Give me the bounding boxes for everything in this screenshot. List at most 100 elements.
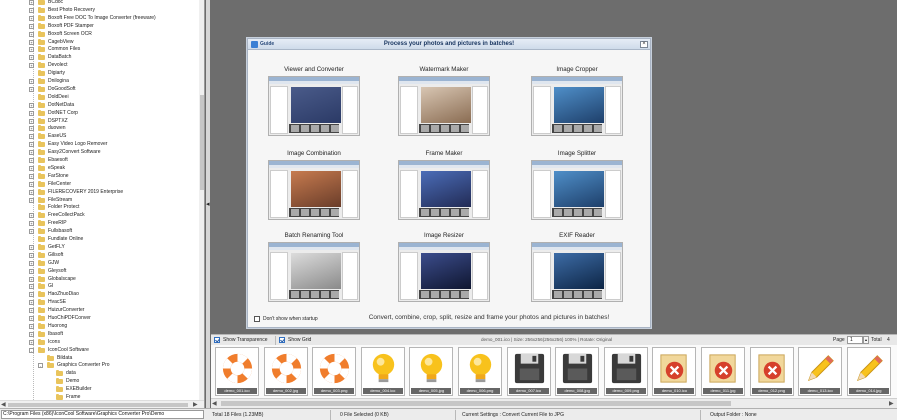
file-thumbnail[interactable]: demo_006.png xyxy=(458,347,502,396)
expand-icon[interactable]: + xyxy=(29,268,34,274)
tool-card[interactable]: Image Combination xyxy=(268,150,360,228)
thumbnail-toolbar: Show Transparence Show Grid demo_001.ico… xyxy=(211,334,897,345)
file-thumbnail[interactable]: demo_002.jpg xyxy=(263,347,308,396)
expand-icon[interactable]: + xyxy=(29,181,34,187)
expand-icon[interactable]: + xyxy=(29,142,34,148)
expand-icon[interactable]: + xyxy=(29,39,34,45)
thumbnail-strip[interactable]: demo_001.ico demo_002.jpg demo_003.png demo… xyxy=(211,345,897,398)
file-thumbnail[interactable]: demo_014.jpg xyxy=(846,347,891,396)
scroll-left-arrow-icon[interactable]: ◀ xyxy=(212,400,217,407)
show-grid-checkbox[interactable] xyxy=(279,337,285,343)
panel-splitter[interactable]: ◂ xyxy=(206,0,210,408)
close-icon[interactable]: × xyxy=(640,41,648,48)
expand-icon[interactable]: + xyxy=(29,213,34,219)
expand-icon[interactable]: + xyxy=(29,15,34,21)
expand-icon[interactable]: + xyxy=(29,165,34,171)
tool-card[interactable]: Viewer and Converter xyxy=(268,66,360,144)
expand-icon[interactable]: + xyxy=(29,316,34,321)
thumbnail-scroll-thumb[interactable] xyxy=(221,401,731,406)
file-thumbnail[interactable]: demo_012.png xyxy=(749,347,794,396)
expand-icon[interactable]: + xyxy=(29,292,34,298)
scroll-right-arrow-icon[interactable]: ▶ xyxy=(889,400,894,407)
tree-vertical-scroll-thumb[interactable] xyxy=(200,95,204,190)
tool-preview-image[interactable] xyxy=(268,76,360,136)
tool-label: Image Combination xyxy=(287,150,341,157)
toolbar-separator xyxy=(275,336,276,345)
expand-icon[interactable]: + xyxy=(29,308,34,314)
expand-icon[interactable]: + xyxy=(29,126,34,132)
tree-item-label: Common Files xyxy=(48,46,81,53)
tool-preview-image[interactable] xyxy=(531,160,623,220)
tool-preview-image[interactable] xyxy=(531,242,623,302)
expand-icon[interactable]: + xyxy=(29,339,34,345)
expand-icon[interactable]: + xyxy=(29,276,34,282)
file-thumbnail[interactable]: demo_005.jpg xyxy=(409,347,454,396)
expand-icon[interactable]: + xyxy=(29,221,34,227)
expand-icon[interactable]: + xyxy=(29,79,34,84)
expand-icon[interactable]: + xyxy=(29,229,34,235)
show-transparence-checkbox[interactable] xyxy=(214,337,220,343)
tool-preview-image[interactable] xyxy=(531,76,623,136)
expand-icon[interactable]: + xyxy=(29,134,34,140)
file-thumbnail[interactable]: demo_008.jpg xyxy=(555,347,600,396)
tree-item-label: HaoZhuoDiao xyxy=(48,291,79,298)
expand-icon[interactable]: + xyxy=(29,173,34,179)
expand-icon[interactable]: + xyxy=(29,331,34,337)
expand-icon[interactable]: + xyxy=(29,158,34,163)
expand-icon[interactable]: + xyxy=(29,31,34,37)
expand-icon[interactable]: + xyxy=(29,189,34,195)
page-spin-icon[interactable]: ▴ xyxy=(863,336,869,344)
collapse-arrow-icon[interactable]: ◂ xyxy=(206,200,210,208)
expand-icon[interactable]: + xyxy=(29,110,34,116)
file-thumbnail[interactable]: demo_001.ico xyxy=(215,347,259,396)
scroll-right-arrow-icon[interactable]: ▶ xyxy=(193,401,198,408)
tree-horizontal-scroll-thumb[interactable] xyxy=(8,403,188,407)
expand-icon[interactable]: + xyxy=(29,284,34,290)
file-thumbnail[interactable]: demo_011.jpg xyxy=(701,347,745,396)
tool-preview-image[interactable] xyxy=(398,160,490,220)
expand-icon[interactable]: + xyxy=(29,55,34,61)
folder-tree[interactable]: + BCdoc + Best Photo Recovery + Boxoft Free D… xyxy=(0,0,205,408)
file-thumbnail[interactable]: demo_010.ico xyxy=(652,347,697,396)
file-thumbnail[interactable]: demo_003.png xyxy=(312,347,357,396)
current-path-field[interactable]: C:\Program Files (x86)\IconCool Software… xyxy=(1,410,204,419)
collapse-icon[interactable]: - xyxy=(38,363,43,369)
expand-icon[interactable]: + xyxy=(29,118,34,124)
tool-card[interactable]: EXIF Reader xyxy=(531,232,623,310)
expand-icon[interactable]: + xyxy=(29,252,34,258)
expand-icon[interactable]: + xyxy=(29,300,34,306)
expand-icon[interactable]: + xyxy=(29,7,34,13)
thumbnail-scrollbar[interactable]: ◀ ▶ xyxy=(211,398,897,408)
tool-card[interactable]: Image Splitter xyxy=(531,150,623,228)
expand-icon[interactable]: + xyxy=(29,63,34,69)
tool-card[interactable]: Batch Renaming Tool xyxy=(268,232,360,310)
expand-icon[interactable]: + xyxy=(29,197,34,203)
tool-preview-image[interactable] xyxy=(398,76,490,136)
preview-filmstrip xyxy=(552,290,602,299)
file-thumbnail[interactable]: demo_013.ico xyxy=(798,347,843,396)
file-thumbnail[interactable]: demo_009.png xyxy=(603,347,648,396)
file-thumbnail[interactable]: demo_004.ico xyxy=(360,347,405,396)
tool-card[interactable]: Watermark Maker xyxy=(398,66,490,144)
page-input[interactable]: 1 xyxy=(847,336,863,344)
expand-icon[interactable]: + xyxy=(29,47,34,53)
expand-icon[interactable]: + xyxy=(29,150,34,156)
expand-icon[interactable]: + xyxy=(29,323,34,329)
tool-preview-image[interactable] xyxy=(398,242,490,302)
tool-card[interactable]: Image Resizer xyxy=(398,232,490,310)
expand-icon[interactable]: + xyxy=(29,23,34,29)
tool-card[interactable]: Image Cropper xyxy=(531,66,623,144)
tool-preview-image[interactable] xyxy=(268,160,360,220)
tool-preview-image[interactable] xyxy=(268,242,360,302)
expand-icon[interactable]: + xyxy=(29,102,34,108)
tree-horizontal-scrollbar[interactable]: ◀ ▶ xyxy=(0,400,204,408)
expand-icon[interactable]: + xyxy=(29,0,34,5)
scroll-left-arrow-icon[interactable]: ◀ xyxy=(1,401,6,408)
tool-card[interactable]: Frame Maker xyxy=(398,150,490,228)
collapse-icon[interactable]: - xyxy=(29,347,34,353)
expand-icon[interactable]: + xyxy=(29,244,34,250)
expand-icon[interactable]: + xyxy=(29,260,34,266)
file-thumbnail[interactable]: demo_007.ico xyxy=(506,347,551,396)
expand-icon[interactable]: + xyxy=(29,86,34,92)
tree-vertical-scrollbar[interactable] xyxy=(199,0,204,400)
